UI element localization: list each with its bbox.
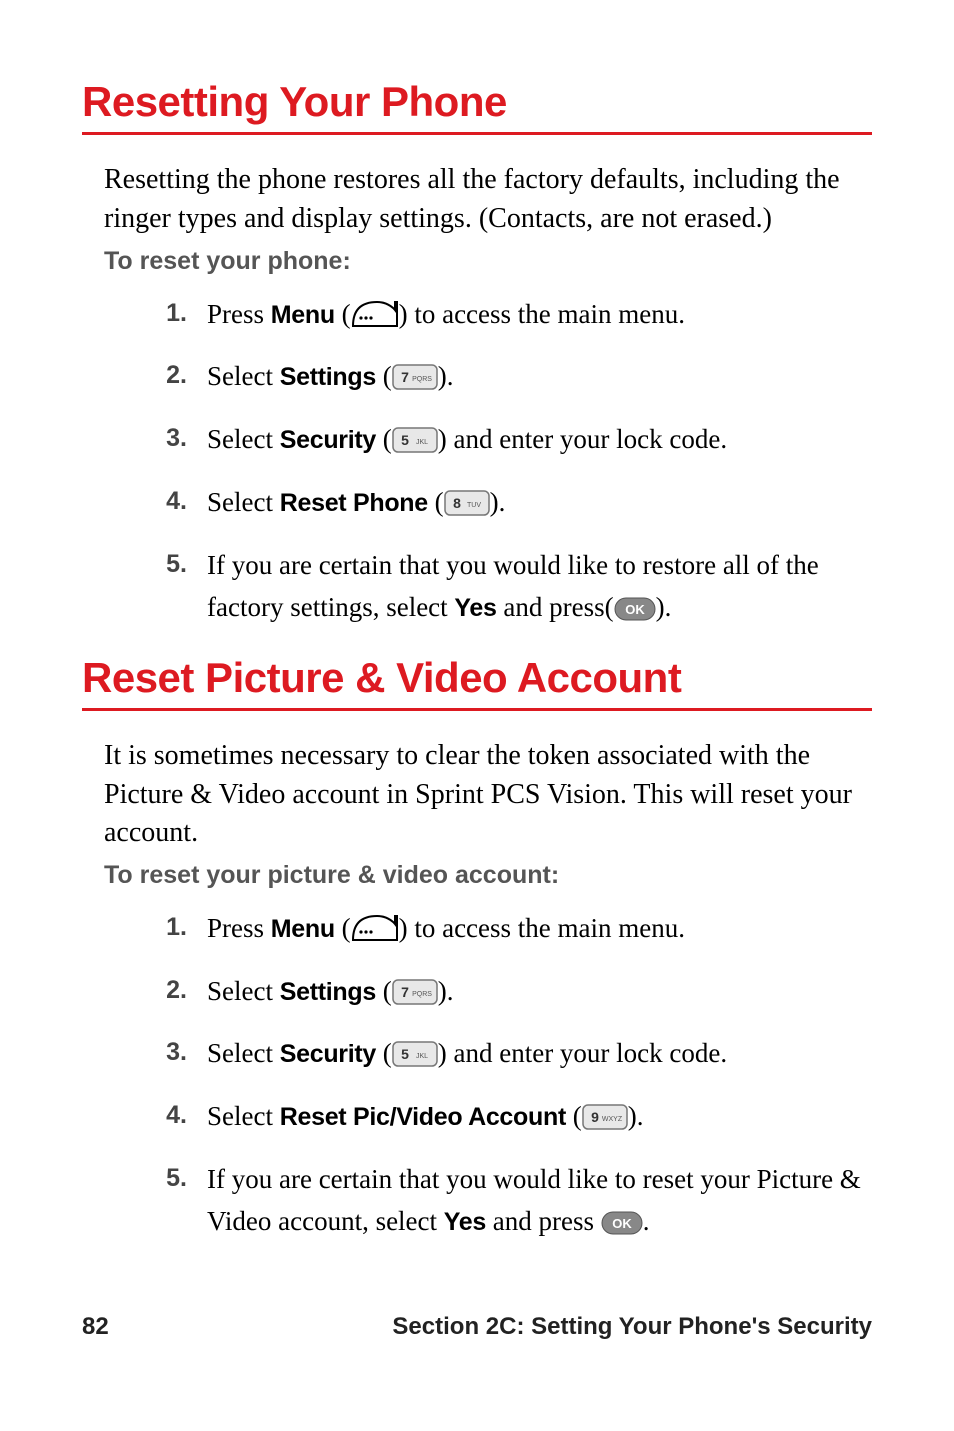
svg-text:9: 9 bbox=[591, 1109, 599, 1125]
step-action-label: Settings bbox=[280, 363, 376, 391]
step-action-label: Settings bbox=[280, 978, 376, 1006]
step-action-label: Menu bbox=[271, 915, 335, 943]
step-number: 3. bbox=[131, 419, 187, 458]
ok-key-icon bbox=[601, 1206, 643, 1248]
svg-text:8: 8 bbox=[453, 495, 461, 511]
ok-key-icon bbox=[614, 592, 656, 634]
intro-text-2: It is sometimes necessary to clear the t… bbox=[82, 737, 872, 853]
step-text: Select bbox=[207, 1101, 280, 1131]
step-number: 1. bbox=[131, 908, 187, 947]
subhead-1: To reset your phone: bbox=[82, 247, 872, 276]
key-5jkl-icon: 5 JKL bbox=[392, 424, 438, 466]
svg-text:7: 7 bbox=[401, 984, 409, 1000]
step-text: ( bbox=[335, 299, 351, 329]
menu-key-icon bbox=[351, 913, 399, 955]
step-text: ). bbox=[438, 361, 454, 391]
key-8tuv-icon: 8 TUV bbox=[444, 487, 490, 529]
svg-text:5: 5 bbox=[401, 432, 409, 448]
step-text: . bbox=[643, 1206, 650, 1236]
footer-section-label: Section 2C: Setting Your Phone's Securit… bbox=[392, 1313, 872, 1341]
step-text: ) and enter your lock code. bbox=[438, 424, 727, 454]
step-text: ( bbox=[376, 976, 392, 1006]
step-text: ) to access the main menu. bbox=[399, 299, 685, 329]
step-item: 3.Select Security (5JKL) and enter your … bbox=[167, 419, 872, 466]
key-9wxyz-icon: 9WXYZ bbox=[582, 1101, 628, 1143]
heading-resetting-phone: Resetting Your Phone bbox=[82, 78, 872, 126]
svg-text:PQRS: PQRS bbox=[412, 376, 432, 383]
menu-key-icon bbox=[351, 299, 399, 341]
step-number: 4. bbox=[131, 1096, 187, 1135]
step-text: Select bbox=[207, 976, 280, 1006]
step-text: Press bbox=[207, 913, 271, 943]
steps-list-2: 1. Press Menu ( ) to access the main menu.… bbox=[82, 908, 872, 1248]
step-item: 4.Select Reset Pic/Video Account (9WXYZ)… bbox=[167, 1096, 872, 1143]
step-text: ( bbox=[428, 487, 444, 517]
step-text: and press bbox=[486, 1206, 601, 1236]
step-item: 1.Press Menu () to access the main menu. bbox=[167, 294, 872, 341]
step-text: ). bbox=[438, 976, 454, 1006]
step-number: 1. bbox=[131, 294, 187, 333]
step-number: 3. bbox=[131, 1033, 187, 1072]
step-text: ). bbox=[656, 592, 672, 622]
step-number: 5. bbox=[131, 545, 187, 584]
heading-reset-picture-video: Reset Picture & Video Account bbox=[82, 654, 872, 702]
key-5jkl-icon: 5 JKL bbox=[392, 1038, 438, 1080]
step-item: 5.If you are certain that you would like… bbox=[167, 1159, 872, 1248]
step-text: ). bbox=[490, 487, 506, 517]
page-footer: 82 Section 2C: Setting Your Phone's Secu… bbox=[82, 1313, 872, 1341]
step-item: 2.Select Settings (7PQRS). bbox=[167, 356, 872, 403]
key-7pqrs-icon: 7PQRS bbox=[392, 976, 438, 1018]
step-text: and press bbox=[497, 592, 605, 622]
intro-text-1: Resetting the phone restores all the fac… bbox=[82, 161, 872, 238]
step-text: Select bbox=[207, 424, 280, 454]
step-text: ( bbox=[376, 424, 392, 454]
step-action-label: Menu bbox=[271, 301, 335, 329]
step-text: ( bbox=[605, 592, 614, 622]
svg-text:7: 7 bbox=[401, 369, 409, 385]
steps-list-1: 1. Press Menu ( ) to access the main menu.… bbox=[82, 294, 872, 634]
step-item: 3.Select Security (5JKL) and enter your … bbox=[167, 1033, 872, 1080]
step-number: 5. bbox=[131, 1159, 187, 1198]
key-7pqrs-icon: 7PQRS bbox=[392, 361, 438, 403]
step-number: 2. bbox=[131, 356, 187, 395]
svg-text:WXYZ: WXYZ bbox=[602, 1116, 623, 1123]
heading-rule-2 bbox=[82, 708, 872, 711]
step-text: ( bbox=[335, 913, 351, 943]
subhead-2: To reset your picture & video account: bbox=[82, 861, 872, 890]
svg-text:TUV: TUV bbox=[467, 502, 481, 509]
svg-text:5: 5 bbox=[401, 1046, 409, 1062]
step-item: 1.Press Menu () to access the main menu. bbox=[167, 908, 872, 955]
svg-text:JKL: JKL bbox=[416, 439, 428, 446]
step-text: ) to access the main menu. bbox=[399, 913, 685, 943]
heading-rule bbox=[82, 132, 872, 135]
step-text: Press bbox=[207, 299, 271, 329]
step-text: Select bbox=[207, 487, 280, 517]
step-text: Select bbox=[207, 361, 280, 391]
step-text: Select bbox=[207, 1038, 280, 1068]
step-number: 2. bbox=[131, 971, 187, 1010]
step-text: ) and enter your lock code. bbox=[438, 1038, 727, 1068]
page-number: 82 bbox=[82, 1313, 109, 1341]
step-item: 5.If you are certain that you would like… bbox=[167, 545, 872, 634]
step-text: ( bbox=[566, 1101, 582, 1131]
step-text: ( bbox=[376, 1038, 392, 1068]
step-item: 4.Select Reset Phone (8TUV). bbox=[167, 482, 872, 529]
step-text: ( bbox=[376, 361, 392, 391]
step-action-label: Security bbox=[280, 1040, 376, 1068]
svg-text:PQRS: PQRS bbox=[412, 991, 432, 998]
svg-text:JKL: JKL bbox=[416, 1053, 428, 1060]
step-action-label: Yes bbox=[454, 594, 496, 622]
step-number: 4. bbox=[131, 482, 187, 521]
step-action-label: Reset Pic/Video Account bbox=[280, 1103, 566, 1131]
step-action-label: Reset Phone bbox=[280, 489, 428, 517]
step-text: ). bbox=[628, 1101, 644, 1131]
step-action-label: Security bbox=[280, 426, 376, 454]
step-item: 2.Select Settings (7PQRS). bbox=[167, 971, 872, 1018]
step-action-label: Yes bbox=[444, 1208, 486, 1236]
